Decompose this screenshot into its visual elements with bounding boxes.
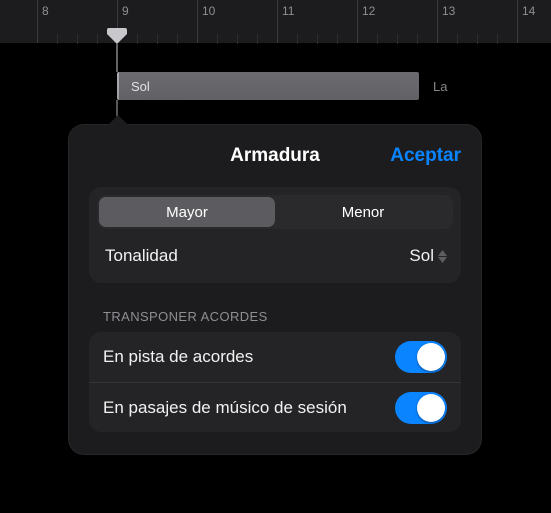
switch-label: En pasajes de músico de sesión — [103, 398, 395, 418]
ruler-number: 11 — [282, 4, 294, 18]
ruler-number: 13 — [442, 4, 455, 18]
ruler-tick-minor — [417, 34, 418, 44]
ruler-tick-minor — [497, 34, 498, 44]
scale-mode-segmented[interactable]: Mayor Menor — [97, 195, 453, 229]
ruler-tick-major — [517, 0, 518, 43]
ruler-tick-major — [437, 0, 438, 43]
ruler-tick-minor — [157, 34, 158, 44]
ruler-number: 8 — [42, 4, 49, 18]
ruler-tick-minor — [337, 34, 338, 44]
ruler-tick-major — [357, 0, 358, 43]
ruler-tick-major — [117, 0, 118, 43]
segment-minor[interactable]: Menor — [275, 197, 451, 227]
key-group: Mayor Menor Tonalidad Sol — [89, 187, 461, 283]
tonality-value: Sol — [409, 246, 434, 266]
chord-region-label: Sol — [131, 79, 150, 94]
transpose-chord-track-switch[interactable] — [395, 341, 447, 373]
chord-region[interactable]: Sol — [117, 72, 419, 100]
transpose-switch-list: En pista de acordes En pasajes de músico… — [89, 332, 461, 432]
ruler-tick-minor — [377, 34, 378, 44]
ruler-tick-minor — [477, 34, 478, 44]
ruler-tick-minor — [297, 34, 298, 44]
tonality-row[interactable]: Tonalidad Sol — [97, 229, 453, 283]
ruler-tick-major — [37, 0, 38, 43]
lane-spacer — [0, 44, 551, 72]
ruler-tick-major — [197, 0, 198, 43]
transpose-session-switch[interactable] — [395, 392, 447, 424]
chord-lane[interactable]: Sol La — [0, 72, 551, 100]
chord-region-next[interactable]: La — [423, 72, 447, 100]
ruler-tick-minor — [397, 34, 398, 44]
chevron-up-down-icon — [438, 250, 447, 263]
segment-major[interactable]: Mayor — [99, 197, 275, 227]
timeline-ruler[interactable]: 8 9 10 11 12 13 14 — [0, 0, 551, 44]
popover-title: Armadura — [230, 145, 320, 167]
transpose-section-label: TRANSPONER ACORDES — [103, 309, 461, 324]
tonality-value-picker[interactable]: Sol — [409, 246, 447, 266]
key-signature-popover: Armadura Aceptar Mayor Menor Tonalidad S… — [68, 124, 482, 455]
ruler-tick-minor — [77, 34, 78, 44]
accept-button[interactable]: Aceptar — [390, 145, 461, 167]
ruler-tick-minor — [457, 34, 458, 44]
popover-caret — [106, 114, 130, 126]
ruler-tick-major — [277, 0, 278, 43]
ruler-tick-minor — [257, 34, 258, 44]
ruler-number: 12 — [362, 4, 375, 18]
transpose-row-chord-track: En pista de acordes — [89, 332, 461, 382]
tonality-label: Tonalidad — [105, 246, 178, 266]
ruler-tick-minor — [57, 34, 58, 44]
ruler-number: 9 — [122, 4, 129, 18]
ruler-number: 14 — [522, 4, 535, 18]
ruler-tick-minor — [137, 34, 138, 44]
ruler-tick-minor — [237, 34, 238, 44]
switch-label: En pista de acordes — [103, 347, 395, 367]
transpose-row-session-passages: En pasajes de músico de sesión — [89, 382, 461, 432]
ruler-tick-minor — [317, 34, 318, 44]
ruler-tick-minor — [217, 34, 218, 44]
ruler-tick-minor — [97, 34, 98, 44]
chord-next-label: La — [433, 79, 447, 94]
ruler-number: 10 — [202, 4, 215, 18]
ruler-tick-minor — [177, 34, 178, 44]
